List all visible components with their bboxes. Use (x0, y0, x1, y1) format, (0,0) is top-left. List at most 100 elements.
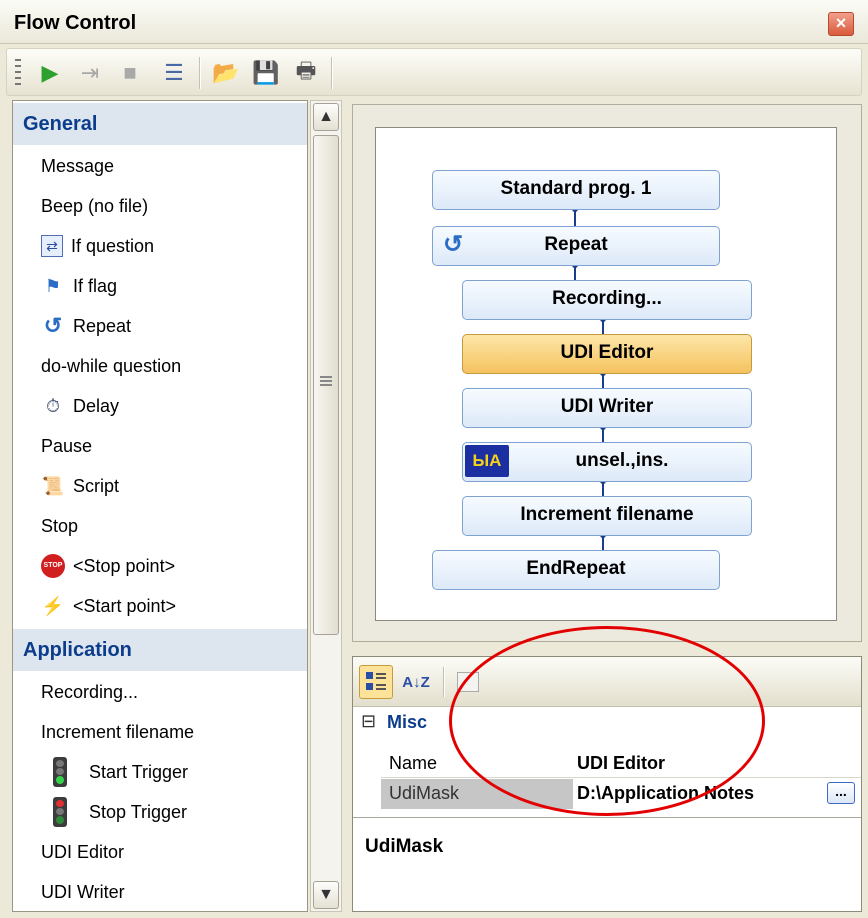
scroll-thumb[interactable] (313, 135, 339, 635)
flow-node-label: Standard prog. 1 (500, 178, 652, 199)
flow-node-label: Repeat (544, 234, 608, 255)
flow-node-udi-writer[interactable]: UDI Writer (462, 388, 752, 428)
library-item-pause[interactable]: Pause (41, 427, 92, 465)
scroll-up-button[interactable]: ▲ (313, 103, 339, 131)
flow-node-recording[interactable]: Recording... (462, 280, 752, 320)
play-icon: ▶ (41, 60, 59, 85)
flow-node-increment-filename[interactable]: Increment filename (462, 496, 752, 536)
category-general[interactable]: General (13, 103, 307, 145)
toolbar-separator (331, 57, 333, 89)
library-scrollbar[interactable]: ▲ ▼ (310, 100, 342, 912)
grip-icon (320, 376, 332, 388)
library-item-label: Stop (41, 515, 79, 536)
sort-az-icon: A↓Z (402, 673, 430, 691)
stop-button[interactable]: ■ (113, 57, 147, 89)
close-button[interactable]: × (828, 12, 854, 36)
flow-node-standard-prog[interactable]: Standard prog. 1 (432, 170, 720, 210)
library-item-label: Beep (no file) (41, 195, 149, 216)
print-button[interactable]: 🖶 (289, 57, 323, 89)
library-item-if-flag[interactable]: ⚑ If flag (41, 267, 117, 305)
library-item-label: <Stop point> (73, 555, 176, 576)
flow-canvas[interactable]: Standard prog. 1 ↺ Repeat Recording... U… (375, 127, 837, 621)
library-item-label: Script (73, 475, 120, 496)
categorized-icon (366, 672, 386, 692)
run-button[interactable]: ▶ (33, 57, 67, 89)
library-item-label: Stop Trigger (89, 801, 188, 822)
flow-node-label: EndRepeat (526, 558, 626, 579)
library-item-label: do-while question (41, 355, 182, 376)
flow-node-udi-editor[interactable]: UDI Editor (462, 334, 752, 374)
flow-node-label: UDI Writer (560, 396, 654, 417)
flow-node-endrepeat[interactable]: EndRepeat (432, 550, 720, 590)
library-item-if-question[interactable]: ⇄ If question (41, 227, 154, 265)
property-description: UdiMask (353, 817, 861, 911)
list-icon: ☰ (164, 60, 184, 85)
library-item-label: UDI Editor (41, 841, 125, 862)
lightning-icon: ⚡ (41, 596, 65, 616)
library-item-label: If question (71, 235, 155, 256)
library-item-label: If flag (73, 275, 118, 296)
main-toolbar: ▶ ⇥ ■ ☰ 📂 💾 🖶 (6, 48, 862, 96)
category-application[interactable]: Application (13, 629, 307, 671)
toolbar-separator (443, 667, 445, 697)
toolbar-grip[interactable] (15, 59, 21, 87)
library-item-start-point[interactable]: ⚡ <Start point> (41, 587, 176, 625)
title-bar: Flow Control × (0, 0, 868, 44)
library-panel: General Message Beep (no file) ⇄ If quest… (12, 100, 308, 912)
library-item-recording[interactable]: Recording... (41, 673, 138, 711)
library-item-message[interactable]: Message (41, 147, 114, 185)
collapse-icon[interactable]: ⊟ (361, 711, 376, 732)
print-icon: 🖶 (295, 58, 317, 83)
step-button[interactable]: ⇥ (73, 57, 107, 89)
library-item-label: Delay (73, 395, 120, 416)
repeat-icon: ↺ (443, 231, 464, 258)
flow-node-label: Recording... (552, 288, 662, 309)
chevron-down-icon: ▼ (318, 886, 334, 903)
repeat-icon: ↺ (43, 313, 63, 338)
library-item-udi-editor[interactable]: UDI Editor (41, 833, 124, 871)
save-button[interactable]: 💾 (249, 57, 283, 89)
library-item-label: Message (41, 155, 115, 176)
categorized-button[interactable] (359, 665, 393, 699)
hw-badge-icon: ЫА (465, 445, 509, 477)
close-icon: × (835, 13, 847, 33)
sort-alphabetical-button[interactable]: A↓Z (399, 665, 433, 699)
library-item-stop-trigger[interactable]: Stop Trigger (53, 793, 187, 831)
ellipsis-button[interactable]: ... (827, 782, 855, 804)
library-item-start-trigger[interactable]: Start Trigger (53, 753, 188, 791)
stopwatch-icon: ⏱ (45, 396, 61, 416)
library-item-label: Start Trigger (89, 761, 189, 782)
library-item-label: Recording... (41, 681, 139, 702)
library-item-stop-point[interactable]: STOP <Stop point> (41, 547, 175, 585)
library-item-repeat[interactable]: ↺ Repeat (41, 307, 131, 345)
flow-node-label: UDI Editor (560, 342, 654, 363)
library-item-script[interactable]: 📜 Script (41, 467, 119, 505)
property-name: UdiMask (389, 783, 460, 803)
library-item-delay[interactable]: ⏱ Delay (41, 387, 119, 425)
flow-node-repeat[interactable]: ↺ Repeat (432, 226, 720, 266)
list-button[interactable]: ☰ (157, 57, 191, 89)
library-item-label: <Start point> (73, 595, 177, 616)
library-item-label: Repeat (73, 315, 132, 336)
library-item-increment-filename[interactable]: Increment filename (41, 713, 194, 751)
folder-open-icon: 📂 (212, 60, 240, 85)
toolbar-separator (199, 57, 201, 89)
open-button[interactable]: 📂 (209, 57, 243, 89)
library-item-do-while[interactable]: do-while question (41, 347, 181, 385)
flow-node-label: unsel.,ins. (575, 450, 669, 471)
window-title: Flow Control (14, 12, 137, 34)
if-question-icon: ⇄ (41, 235, 63, 257)
if-flag-icon: ⚑ (44, 276, 62, 296)
flow-node-unsel-ins[interactable]: ЫА unsel.,ins. (462, 442, 752, 482)
property-name: Name (389, 753, 438, 773)
library-item-label: Pause (41, 435, 93, 456)
library-item-stop[interactable]: Stop (41, 507, 78, 545)
stop-sign-icon: STOP (41, 554, 65, 578)
library-item-beep[interactable]: Beep (no file) (41, 187, 148, 225)
description-title: UdiMask (365, 836, 444, 857)
library-item-label: Increment filename (41, 721, 195, 742)
traffic-light-red-icon (53, 797, 67, 827)
library-item-udi-writer[interactable]: UDI Writer (41, 873, 125, 911)
stop-icon: ■ (123, 60, 137, 85)
scroll-down-button[interactable]: ▼ (313, 881, 339, 909)
